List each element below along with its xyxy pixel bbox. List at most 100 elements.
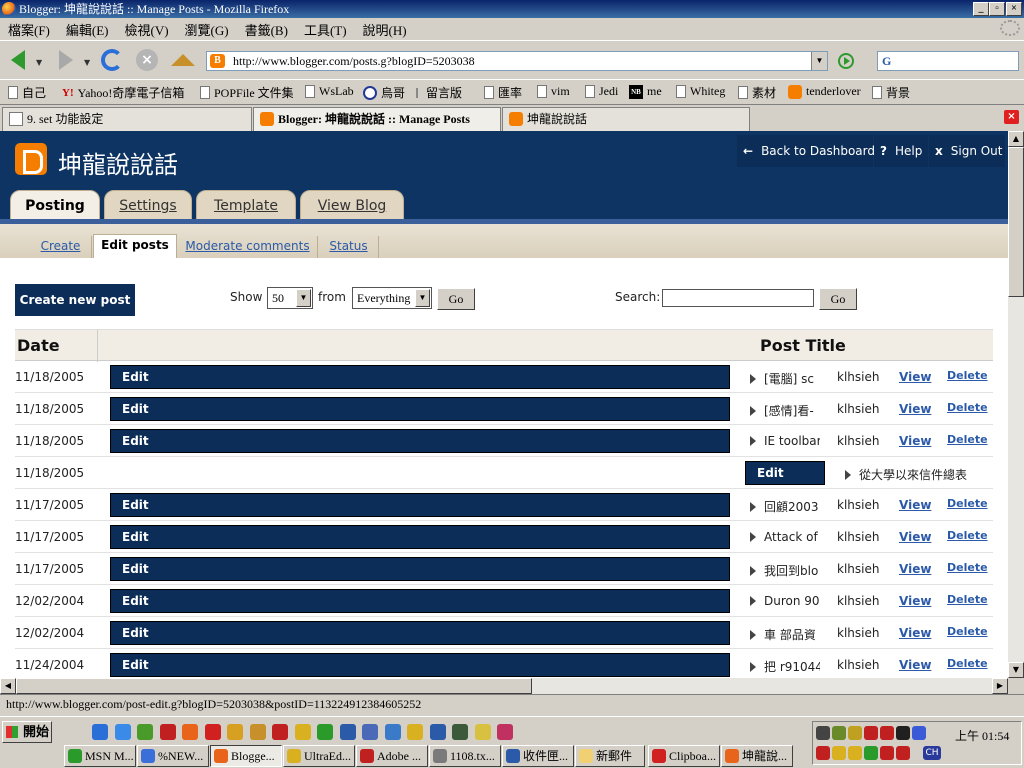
delete-post-link[interactable]: Delete xyxy=(947,529,988,542)
menu-file[interactable]: 檔案(F) xyxy=(0,18,58,39)
view-post-link[interactable]: View xyxy=(899,562,931,576)
subtab-edit-posts[interactable]: Edit posts xyxy=(93,234,177,258)
help-link[interactable]: ? Help xyxy=(874,135,928,167)
subtab-create[interactable]: Create xyxy=(30,236,92,258)
bookmark-item[interactable]: 匯率 xyxy=(484,84,522,101)
view-post-link[interactable]: View xyxy=(899,434,931,448)
taskbar-button[interactable]: UltraEd... xyxy=(283,745,355,767)
delete-post-link[interactable]: Delete xyxy=(947,369,988,382)
horizontal-scroll-thumb[interactable] xyxy=(16,678,532,694)
tray-icon[interactable] xyxy=(864,726,878,740)
bookmark-item[interactable]: 背景 xyxy=(872,84,910,101)
post-title[interactable]: Duron 900 xyxy=(750,594,820,608)
post-search-input[interactable] xyxy=(662,289,814,307)
scroll-down-icon[interactable]: ▼ xyxy=(1008,662,1024,678)
edit-post-button[interactable]: Edit xyxy=(110,589,730,613)
tray-icon[interactable] xyxy=(864,746,878,760)
edit-post-button[interactable]: Edit xyxy=(110,653,730,677)
quick-launch-icon[interactable] xyxy=(227,724,243,740)
quick-launch-icon[interactable] xyxy=(317,724,333,740)
scroll-left-icon[interactable]: ◀ xyxy=(0,678,16,694)
minimize-button[interactable]: _ xyxy=(973,2,989,16)
back-to-dashboard-link[interactable]: ← Back to Dashboard xyxy=(737,135,875,167)
view-post-link[interactable]: View xyxy=(899,626,931,640)
post-title[interactable]: 車 部品資 xyxy=(750,626,820,643)
close-tab-icon[interactable]: × xyxy=(1004,110,1019,124)
quick-launch-icon[interactable] xyxy=(497,724,513,740)
search-box[interactable]: G xyxy=(877,51,1019,71)
quick-launch-icon[interactable] xyxy=(407,724,423,740)
view-post-link[interactable]: View xyxy=(899,658,931,672)
tray-icon[interactable] xyxy=(832,726,846,740)
tray-icon[interactable] xyxy=(896,746,910,760)
taskbar-button[interactable]: 收件匣... xyxy=(502,745,574,767)
taskbar-button[interactable]: 1108.tx... xyxy=(429,745,501,767)
forward-history-dropdown[interactable]: ▼ xyxy=(84,58,90,67)
bookmark-item[interactable]: 烏哥 xyxy=(363,84,405,101)
view-post-link[interactable]: View xyxy=(899,530,931,544)
menu-help[interactable]: 說明(H) xyxy=(355,18,415,39)
forward-button[interactable] xyxy=(52,47,80,73)
bookmark-item[interactable]: Whiteg xyxy=(676,84,725,99)
filter-go-button[interactable]: Go xyxy=(437,288,475,310)
tray-icon[interactable] xyxy=(912,726,926,740)
sign-out-link[interactable]: x Sign Out xyxy=(929,135,1005,167)
edit-post-button[interactable]: Edit xyxy=(110,525,730,549)
url-bar[interactable]: B http://www.blogger.com/posts.g?blogID=… xyxy=(206,51,828,71)
taskbar-button[interactable]: %NEW... xyxy=(137,745,209,767)
post-title[interactable]: IE toolbar xyxy=(750,434,820,448)
browser-tab-settings[interactable]: 9. set 功能設定 xyxy=(2,107,252,131)
post-title[interactable]: 我回到blo xyxy=(750,562,820,579)
subtab-moderate-comments[interactable]: Moderate comments xyxy=(178,236,318,258)
from-select[interactable]: Everything ▼ xyxy=(352,287,432,309)
bookmark-item[interactable]: Y! Yahoo!奇摩電子信箱 xyxy=(62,84,184,101)
edit-post-button[interactable]: Edit xyxy=(110,429,730,453)
view-post-link[interactable]: View xyxy=(899,498,931,512)
go-button[interactable] xyxy=(838,53,854,69)
taskbar-button[interactable]: MSN M... xyxy=(64,745,136,767)
quick-launch-icon[interactable] xyxy=(182,724,198,740)
post-title[interactable]: [感情]看- xyxy=(750,402,820,419)
search-go-button[interactable]: Go xyxy=(819,288,857,310)
tab-settings[interactable]: Settings xyxy=(104,190,192,222)
quick-launch-icon[interactable] xyxy=(474,724,491,740)
bookmark-item[interactable]: 留言版 xyxy=(416,84,462,101)
taskbar-button[interactable]: Blogge... xyxy=(210,745,282,767)
back-button[interactable] xyxy=(4,47,32,73)
quick-launch-icon[interactable] xyxy=(339,724,356,740)
view-post-link[interactable]: View xyxy=(899,402,931,416)
quick-launch-icon[interactable] xyxy=(272,724,288,740)
post-title[interactable]: [電腦] sc xyxy=(750,370,820,387)
quick-launch-icon[interactable] xyxy=(294,724,311,740)
tray-icon[interactable] xyxy=(816,746,830,760)
menu-view[interactable]: 檢視(V) xyxy=(117,18,177,39)
post-title[interactable]: Attack of xyxy=(750,530,820,544)
horizontal-scrollbar[interactable]: ◀ ▶ xyxy=(0,678,1008,694)
tray-icon[interactable] xyxy=(880,726,894,740)
back-history-dropdown[interactable]: ▼ xyxy=(36,58,42,67)
delete-post-link[interactable]: Delete xyxy=(947,657,988,670)
edit-post-button[interactable]: Edit xyxy=(110,557,730,581)
bookmark-item[interactable]: 自己 xyxy=(8,84,46,101)
reload-button[interactable] xyxy=(98,47,126,73)
quick-launch-icon[interactable] xyxy=(159,724,176,740)
tray-icon[interactable] xyxy=(816,726,830,740)
bookmark-item[interactable]: tenderlover xyxy=(788,84,861,99)
delete-post-link[interactable]: Delete xyxy=(947,561,988,574)
quick-launch-icon[interactable] xyxy=(249,724,266,740)
taskbar-button[interactable]: Clipboa... xyxy=(648,745,720,767)
view-post-link[interactable]: View xyxy=(899,594,931,608)
quick-launch-icon[interactable] xyxy=(452,724,468,740)
edit-post-button[interactable]: Edit xyxy=(110,493,730,517)
vertical-scroll-thumb[interactable] xyxy=(1008,147,1024,297)
quick-launch-icon[interactable] xyxy=(204,724,221,740)
vertical-scrollbar[interactable]: ▲ ▼ xyxy=(1008,131,1024,678)
edit-post-button[interactable]: Edit xyxy=(110,365,730,389)
tab-view-blog[interactable]: View Blog xyxy=(300,190,404,222)
stop-button[interactable]: × xyxy=(133,47,161,73)
subtab-status[interactable]: Status xyxy=(319,236,379,258)
menu-go[interactable]: 瀏覽(G) xyxy=(177,18,237,39)
menu-bookmarks[interactable]: 書籤(B) xyxy=(237,18,296,39)
edit-post-button[interactable]: Edit xyxy=(745,461,825,485)
delete-post-link[interactable]: Delete xyxy=(947,401,988,414)
